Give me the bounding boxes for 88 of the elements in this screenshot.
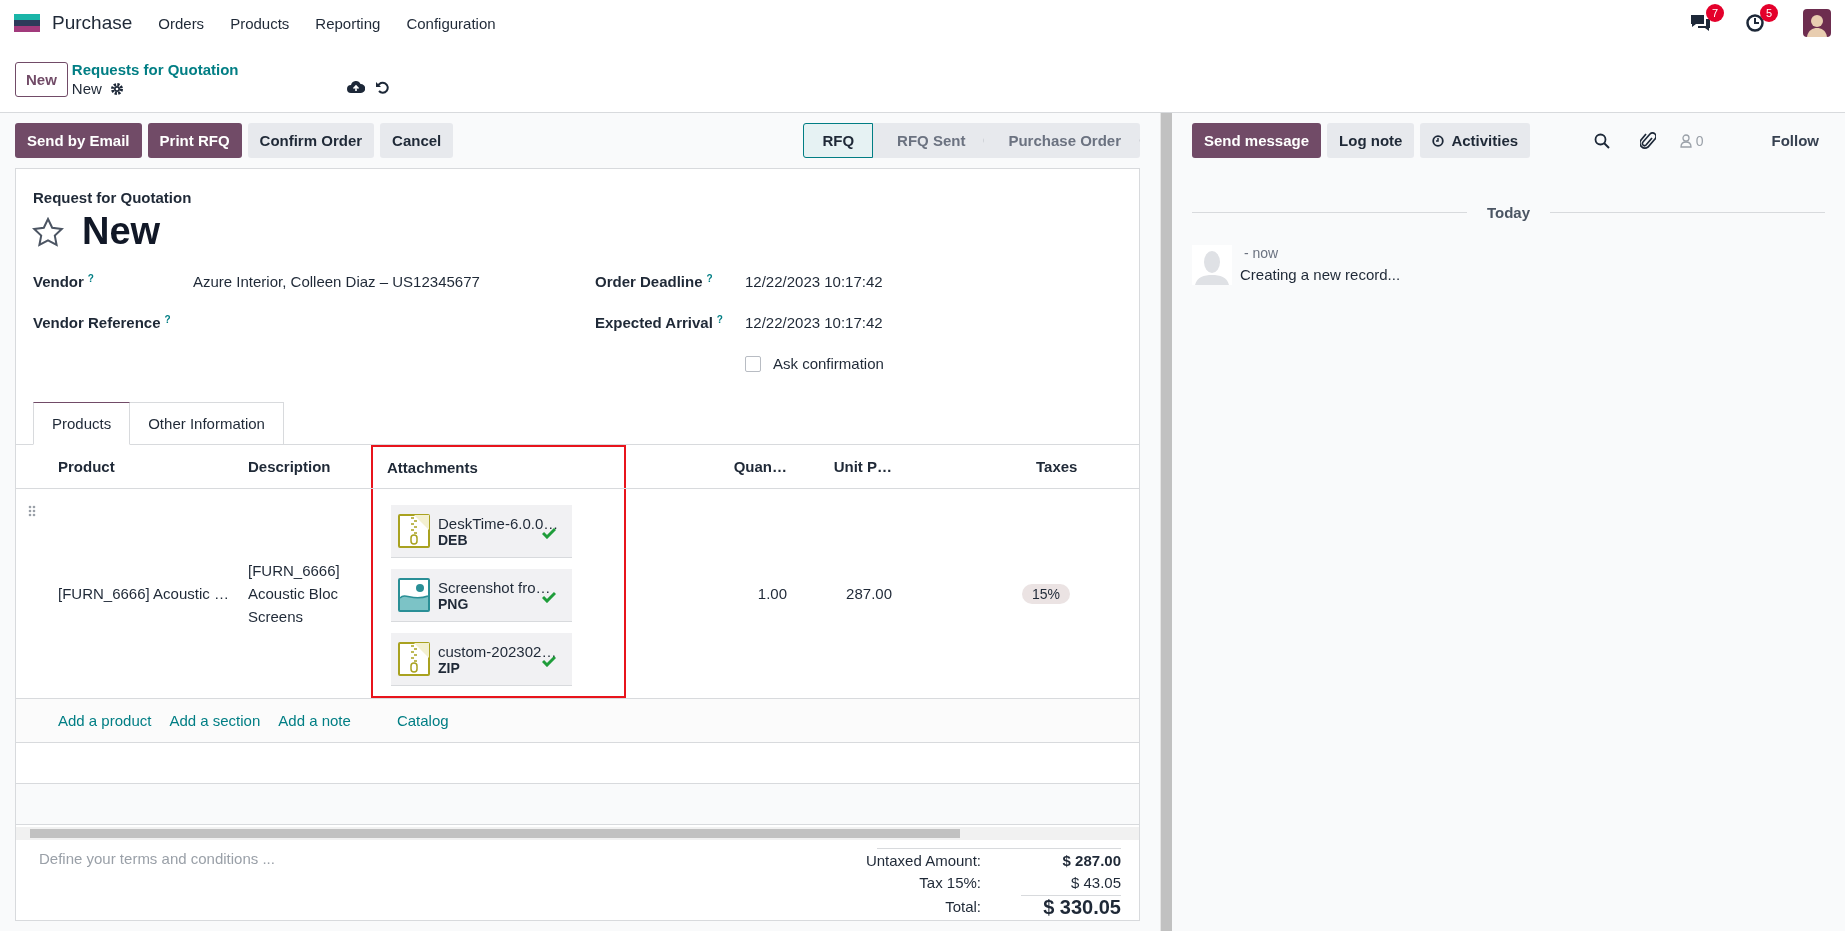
attachment-type: DEB bbox=[438, 531, 469, 548]
column-header[interactable]: Unit P… bbox=[801, 445, 906, 488]
field-label: Vendor bbox=[33, 273, 84, 290]
column-header[interactable]: Quan… bbox=[626, 445, 801, 488]
form-subtitle: Request for Quotation bbox=[32, 189, 193, 206]
column-header[interactable]: Description bbox=[234, 445, 371, 488]
zip-file-icon bbox=[398, 514, 430, 548]
message-time: - now bbox=[1244, 245, 1280, 261]
avatar-silhouette-icon bbox=[1192, 245, 1232, 285]
new-button[interactable]: New bbox=[15, 61, 68, 97]
follow-button[interactable]: Follow bbox=[1765, 131, 1825, 150]
checkbox-label: Ask confirmation bbox=[773, 355, 884, 372]
star-icon[interactable] bbox=[32, 216, 64, 247]
drag-handle-icon bbox=[28, 505, 36, 517]
field-value[interactable]: Azure Interior, Colleen Diaz – US12345677 bbox=[193, 273, 595, 290]
record-title: New bbox=[82, 210, 161, 253]
gear-icon bbox=[109, 81, 124, 96]
table-cell-text: 287.00 bbox=[845, 584, 893, 604]
menu-item[interactable]: Reporting bbox=[315, 14, 381, 32]
message-text: Creating a new record... bbox=[1240, 266, 1401, 283]
total-label: Total: bbox=[945, 898, 981, 915]
help-tooltip[interactable]: ? bbox=[87, 273, 94, 284]
paperclip-icon[interactable] bbox=[1639, 131, 1656, 150]
attachment-name: DeskTime-6.0.0… bbox=[438, 514, 559, 532]
clock-icon bbox=[1432, 134, 1445, 147]
field-label: Order Deadline bbox=[595, 273, 703, 290]
action-button[interactable]: Print RFQ bbox=[147, 123, 242, 158]
total-label: Untaxed Amount: bbox=[865, 851, 981, 869]
column-header[interactable]: Product bbox=[44, 445, 234, 488]
attachment-name: Screenshot fro… bbox=[438, 578, 551, 596]
chat-icon bbox=[1689, 13, 1711, 33]
field-label: Vendor Reference bbox=[33, 314, 161, 331]
attachment-name: custom-202302… bbox=[438, 642, 557, 660]
menu-item[interactable]: Products bbox=[230, 14, 290, 32]
add-link[interactable]: Add a note bbox=[278, 712, 351, 729]
counter-badge: 5 bbox=[1760, 4, 1778, 22]
breadcrumb-link[interactable]: Requests for Quotation bbox=[71, 61, 239, 78]
chatter-button[interactable]: Activities bbox=[1420, 123, 1531, 158]
chatter-button[interactable]: Log note bbox=[1327, 123, 1415, 158]
action-button[interactable]: Confirm Order bbox=[247, 123, 375, 158]
attachment-type: PNG bbox=[438, 595, 470, 612]
attachment-card[interactable]: Screenshot fro… PNG bbox=[391, 569, 572, 622]
action-button[interactable]: Cancel bbox=[380, 123, 454, 158]
tab[interactable]: Products bbox=[33, 402, 131, 445]
checkbox[interactable] bbox=[745, 355, 761, 372]
zip-file-icon bbox=[398, 642, 430, 676]
help-tooltip[interactable]: ? bbox=[706, 273, 713, 284]
tax-tag[interactable]: 15% bbox=[1022, 583, 1071, 604]
cloud-upload-icon bbox=[346, 80, 365, 94]
app-name[interactable]: Purchase bbox=[52, 12, 133, 34]
counter-badge: 7 bbox=[1706, 4, 1724, 22]
search-icon[interactable] bbox=[1593, 132, 1610, 149]
attachment-card[interactable]: custom-202302… ZIP bbox=[391, 633, 572, 686]
action-button[interactable]: Send by Email bbox=[15, 123, 142, 158]
tab[interactable]: Other Information bbox=[130, 402, 284, 445]
status-step[interactable]: RFQ bbox=[803, 123, 874, 158]
field-label: Expected Arrival bbox=[595, 314, 713, 331]
add-link[interactable]: Catalog bbox=[396, 712, 449, 729]
attachment-card[interactable]: DeskTime-6.0.0… DEB bbox=[391, 505, 572, 558]
help-tooltip[interactable]: ? bbox=[716, 314, 723, 325]
table-cell-text: [FURN_6666] Acoustic … bbox=[57, 584, 230, 604]
total-label: Tax 15%: bbox=[919, 873, 981, 891]
menu-item[interactable]: Configuration bbox=[406, 14, 496, 32]
total-value: $ 287.00 bbox=[1061, 851, 1121, 869]
help-tooltip[interactable]: ? bbox=[164, 314, 171, 325]
attachment-type: ZIP bbox=[438, 659, 461, 676]
date-separator: Today bbox=[1485, 204, 1532, 221]
horizontal-scrollbar[interactable] bbox=[16, 827, 1139, 840]
undo-icon bbox=[374, 80, 389, 94]
total-value: $ 330.05 bbox=[1021, 894, 1121, 919]
person-icon bbox=[1679, 133, 1692, 148]
app-logo-icon bbox=[14, 14, 40, 32]
menu-item[interactable]: Orders bbox=[158, 14, 205, 32]
table-cell-text: 1.00 bbox=[756, 584, 788, 604]
chatter-button[interactable]: Send message bbox=[1192, 123, 1322, 158]
vertical-scrollbar[interactable] bbox=[1160, 113, 1172, 931]
column-header[interactable]: Attachments bbox=[371, 445, 626, 488]
add-link[interactable]: Add a product bbox=[58, 712, 152, 729]
clock-icon bbox=[1745, 13, 1765, 33]
add-link[interactable]: Add a section bbox=[169, 712, 261, 729]
avatar-icon bbox=[1803, 9, 1831, 37]
field-value[interactable]: 12/22/2023 10:17:42 bbox=[745, 273, 1122, 290]
table-cell-text: [FURN_6666] Acoustic Bloc Screens bbox=[247, 561, 341, 627]
image-file-icon bbox=[398, 578, 430, 612]
column-header[interactable]: Taxes bbox=[906, 445, 1116, 488]
record-name: New bbox=[71, 80, 102, 97]
field-value[interactable]: 12/22/2023 10:17:42 bbox=[745, 314, 1122, 331]
total-value: $ 43.05 bbox=[1069, 873, 1121, 891]
